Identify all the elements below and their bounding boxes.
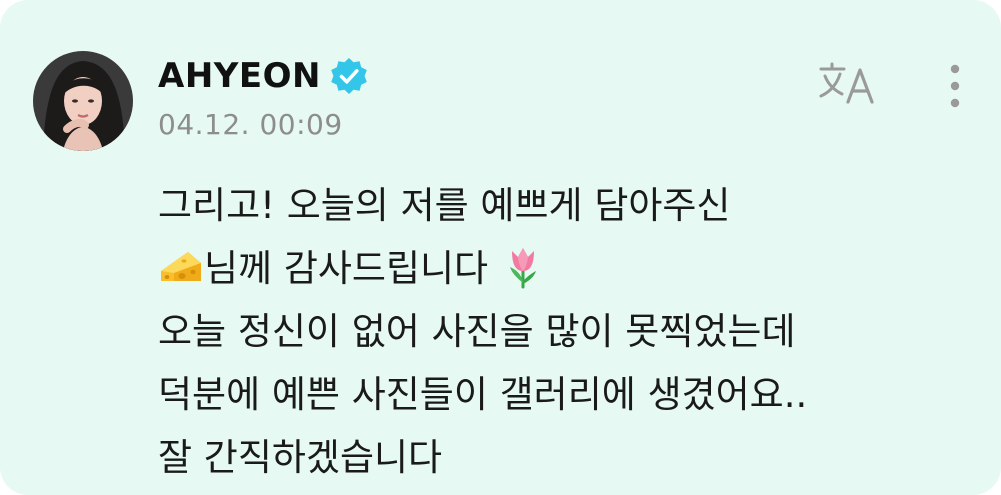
more-options-button[interactable]	[940, 60, 970, 112]
author-name[interactable]: AHYEON	[158, 56, 321, 96]
message-line-3: 오늘 정신이 없어 사진을 많이 못찍었는데	[158, 310, 796, 353]
message-line-4: 덕분에 예쁜 사진들이 갤러리에 생겼어요..	[158, 373, 808, 416]
tulip-emoji	[500, 243, 546, 289]
author-row: AHYEON	[158, 52, 369, 100]
verified-badge-icon	[329, 56, 369, 96]
more-vertical-icon	[950, 64, 960, 108]
translate-button[interactable]	[818, 58, 880, 110]
post-timestamp: 04.12. 00:09	[158, 108, 343, 141]
message-line-2-text: 님께 감사드립니다	[204, 247, 500, 290]
message-line-2: 님께 감사드립니다	[158, 237, 807, 300]
post-message: 그리고! 오늘의 저를 예쁘게 담아주신 님께 감사드립니다 오늘 정신이 없어	[158, 174, 807, 489]
avatar-image	[33, 51, 133, 151]
profile-avatar[interactable]	[33, 51, 133, 151]
message-line-1: 그리고! 오늘의 저를 예쁘게 담아주신	[158, 184, 731, 227]
post-card: AHYEON 04.12. 00:09 그리고! 오늘의 저를 예쁘게 담아주신…	[0, 0, 1001, 495]
cheese-emoji	[158, 243, 204, 289]
message-line-5: 잘 간직하겠습니다	[158, 436, 443, 479]
translate-icon	[819, 62, 874, 104]
